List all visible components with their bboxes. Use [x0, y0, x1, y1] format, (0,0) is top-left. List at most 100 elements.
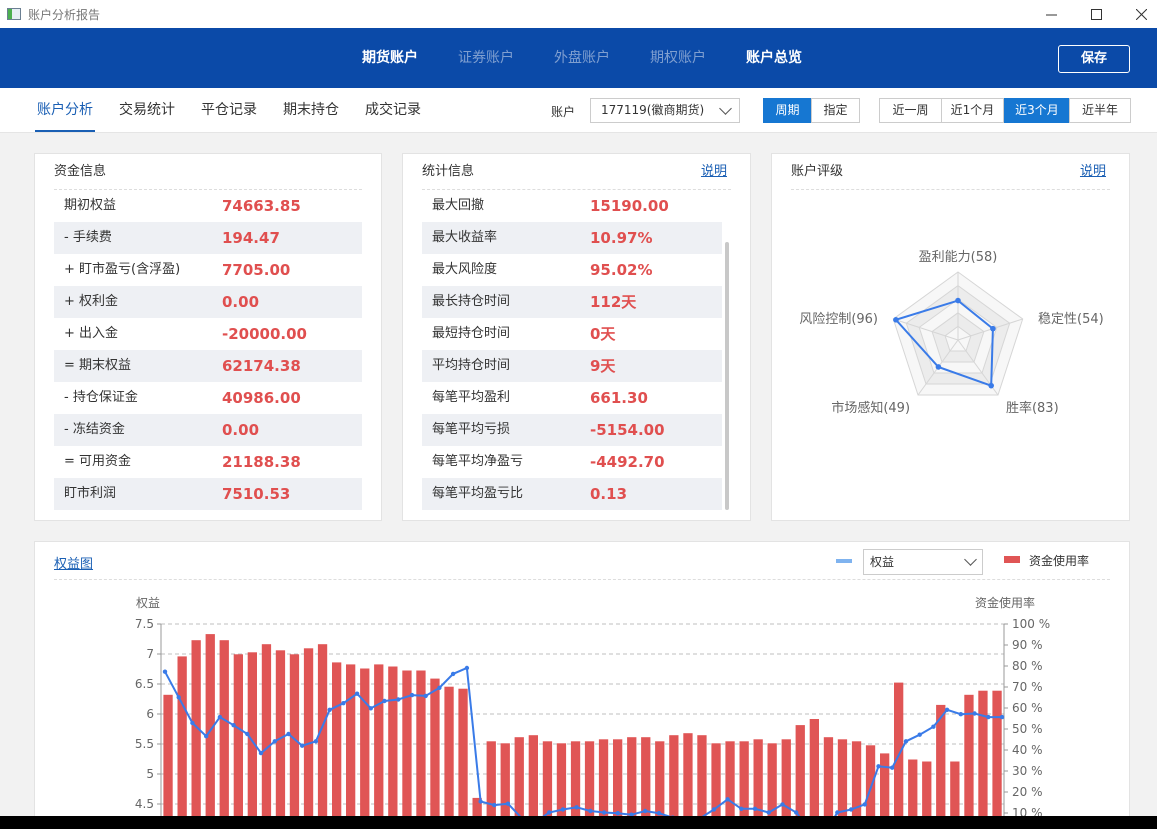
account-label: 账户 — [551, 105, 576, 119]
radar-point — [990, 325, 996, 332]
sub-nav: 账户分析 交易统计 平仓记录 期末持仓 成交记录 账户 177119(徽商期货)… — [0, 88, 1157, 133]
chevron-down-icon — [719, 102, 732, 115]
tab-futures-account[interactable]: 期货账户 — [362, 28, 418, 88]
equity-point — [972, 711, 977, 716]
tab-trade-stats[interactable]: 交易统计 — [119, 88, 175, 132]
usage-bar — [837, 739, 848, 816]
y-tick-label: 6 — [146, 707, 154, 721]
funds-row-label: 期初权益 — [64, 198, 117, 213]
y2-tick-label: 20 % — [1012, 785, 1043, 799]
usage-bar — [725, 741, 735, 816]
usage-bar — [922, 761, 932, 816]
tab-account-overview[interactable]: 账户总览 — [746, 28, 802, 88]
stats-row-value: 661.30 — [590, 389, 648, 407]
funds-row-label: - 冻结资金 — [64, 422, 125, 437]
range-halfyear-button[interactable]: 近半年 — [1069, 98, 1131, 123]
usage-bar — [177, 656, 187, 816]
usage-bar — [880, 753, 890, 816]
equity-point — [986, 714, 991, 720]
funds-row: + 盯市盈亏(含浮盈) 7705.00 — [54, 254, 362, 286]
maximize-icon[interactable] — [1073, 0, 1119, 28]
equity-point — [341, 701, 346, 706]
tab-fill-records[interactable]: 成交记录 — [365, 88, 421, 132]
usage-bar — [233, 654, 243, 816]
usage-bar — [444, 686, 454, 816]
funds-row-value: 194.47 — [222, 229, 280, 247]
rating-card-title: 账户评级 说明 — [791, 154, 1110, 190]
account-select-value: 177119(徽商期货) — [601, 103, 705, 117]
stats-row-label: 每笔平均盈利 — [432, 390, 511, 405]
equity-series-select-value: 权益 — [870, 555, 895, 569]
tab-overseas-account[interactable]: 外盘账户 — [554, 28, 610, 88]
stats-row-label: 最大风险度 — [432, 262, 498, 277]
equity-point — [382, 698, 387, 704]
y-axis-title: 权益 — [136, 596, 160, 610]
usage-bar — [416, 670, 426, 816]
legend-bar-marker — [1004, 556, 1020, 563]
equity-point — [176, 695, 181, 700]
y-tick-label: 5.5 — [135, 737, 154, 751]
equity-point — [588, 808, 593, 814]
legend-bar-label: 资金使用率 — [1029, 554, 1090, 568]
usage-bar — [458, 688, 468, 816]
equity-point — [711, 807, 717, 812]
funds-row-value: 7510.53 — [222, 485, 291, 503]
funds-row: = 期末权益 62174.38 — [54, 350, 362, 382]
radar-chart: 盈利能力(58) 稳定性(54) 胜率(83) 市场感知(49) 风险控制(96) — [799, 250, 1103, 416]
rating-help-link[interactable]: 说明 — [1080, 154, 1106, 190]
equity-point — [396, 697, 401, 702]
usage-bar — [346, 664, 356, 816]
equity-point — [258, 750, 264, 756]
usage-bar — [795, 725, 805, 816]
tab-securities-account[interactable]: 证券账户 — [458, 28, 514, 88]
equity-series-select[interactable]: 权益 — [863, 549, 983, 575]
range-week-button[interactable]: 近一周 — [879, 98, 942, 123]
equity-title-link[interactable]: 权益图 — [54, 553, 93, 572]
usage-bar — [332, 662, 342, 816]
stats-row-label: 最长持仓时间 — [432, 294, 511, 309]
save-button[interactable]: 保存 — [1058, 45, 1130, 73]
close-icon[interactable] — [1118, 0, 1157, 28]
funds-row-label: = 期末权益 — [64, 358, 132, 373]
stats-row: 最大风险度 95.02% — [422, 254, 722, 286]
equity-point — [478, 799, 483, 804]
tab-ending-positions[interactable]: 期末持仓 — [283, 88, 339, 132]
equity-point — [917, 732, 922, 737]
mode-custom-button[interactable]: 指定 — [811, 98, 860, 123]
stats-scrollbar[interactable] — [725, 242, 729, 510]
usage-bar — [809, 719, 819, 816]
equity-point — [368, 706, 373, 711]
mode-period-button[interactable]: 周期 — [763, 98, 812, 123]
equity-point — [272, 739, 277, 744]
usage-bar — [584, 741, 595, 816]
account-select[interactable]: 177119(徽商期货) — [590, 98, 740, 123]
equity-point — [505, 801, 511, 806]
funds-row-label: + 出入金 — [64, 326, 119, 341]
usage-bar — [261, 644, 272, 816]
funds-row-value: 40986.00 — [222, 389, 301, 407]
usage-bar — [697, 735, 707, 816]
y-tick-label: 4.5 — [135, 797, 154, 811]
funds-row: - 手续费 194.47 — [54, 222, 362, 254]
stats-row-label: 最大回撤 — [432, 198, 485, 213]
y-tick-label: 7.5 — [135, 617, 154, 631]
funds-row-value: 74663.85 — [222, 197, 301, 215]
minimize-icon[interactable] — [1028, 0, 1074, 28]
stats-row: 最大收益率 10.97% — [422, 222, 722, 254]
tab-account-analysis[interactable]: 账户分析 — [35, 88, 95, 132]
tab-options-account[interactable]: 期权账户 — [650, 28, 706, 88]
stats-row-value: 0.13 — [590, 485, 628, 503]
range-3month-button[interactable]: 近3个月 — [1004, 98, 1070, 123]
app-window: 账户分析报告 期货账户 证券账户 外盘账户 期权账户 账户总览 保存 账户分析 … — [0, 0, 1157, 816]
tab-close-records[interactable]: 平仓记录 — [201, 88, 257, 132]
range-1month-button[interactable]: 近1个月 — [941, 98, 1004, 123]
equity-point — [190, 720, 195, 726]
funds-row: 期初权益 74663.85 — [54, 190, 362, 222]
equity-point — [999, 714, 1005, 720]
equity-point — [300, 743, 305, 748]
stats-help-link[interactable]: 说明 — [701, 154, 727, 190]
equity-point — [958, 712, 963, 717]
y2-tick-label: 60 % — [1012, 701, 1043, 715]
usage-bar — [613, 739, 623, 816]
usage-bar — [570, 741, 581, 816]
